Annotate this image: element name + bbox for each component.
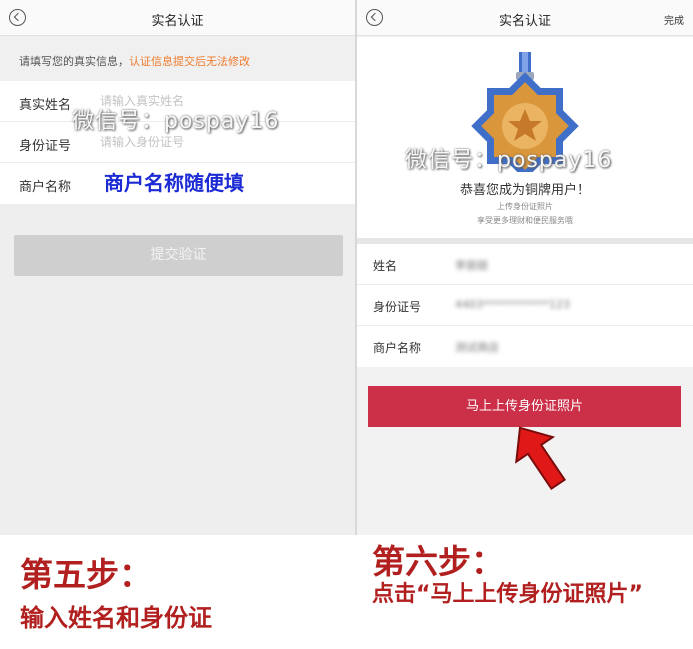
top-bar: 实名认证 完成 xyxy=(357,0,693,36)
merchant-label: 商户名称 xyxy=(373,341,422,355)
page-title: 实名认证 xyxy=(498,14,551,29)
watermark: 微信号：pospay16 xyxy=(405,148,613,173)
merchant-value: 测试商店 xyxy=(455,341,499,354)
step6-title: 第六步： xyxy=(372,542,504,581)
merchant-label: 商户名称 xyxy=(19,180,72,195)
notice-prefix: 请填写您的真实信息， xyxy=(19,55,129,68)
info-row-name: 姓名 李丽丽 xyxy=(357,244,693,285)
step6-screen: 实名认证 完成 恭喜您成为铜牌用户！ 上传身份证照片 享受更多理财和便民服务哦 … xyxy=(357,0,693,535)
name-label: 姓名 xyxy=(373,259,398,273)
watermark: 微信号：pospay16 xyxy=(72,109,280,134)
benefit-hint: 享受更多理财和便民服务哦 xyxy=(477,216,573,225)
id-label: 身份证号 xyxy=(19,139,72,154)
success-banner: 恭喜您成为铜牌用户！ 上传身份证照片 享受更多理财和便民服务哦 xyxy=(357,37,693,238)
user-info: 姓名 李丽丽 身份证号 4403************123 商户名称 测试商… xyxy=(357,244,693,367)
id-label: 身份证号 xyxy=(373,300,422,314)
red-arrow-icon xyxy=(515,426,567,491)
done-button[interactable]: 完成 xyxy=(664,12,684,27)
step5-screen: 实名认证 请填写您的真实信息，认证信息提交后无法修改 真实姓名 身份证号 商户名… xyxy=(0,0,355,535)
name-label: 真实姓名 xyxy=(19,98,72,113)
step6-text: 点击“马上上传身份证照片” xyxy=(372,582,643,607)
congrats-text: 恭喜您成为铜牌用户！ xyxy=(459,183,590,198)
name-value: 李丽丽 xyxy=(455,259,488,272)
id-value: 4403************123 xyxy=(455,298,570,311)
step5-text: 输入姓名和身份证 xyxy=(20,604,212,632)
info-row-merchant: 商户名称 测试商店 xyxy=(357,326,693,367)
upload-hint: 上传身份证照片 xyxy=(497,202,553,211)
top-bar: 实名认证 xyxy=(0,0,355,36)
notice-text: 请填写您的真实信息，认证信息提交后无法修改 xyxy=(0,37,355,81)
page-title: 实名认证 xyxy=(151,14,204,29)
info-row-id: 身份证号 4403************123 xyxy=(357,285,693,326)
step5-title: 第五步： xyxy=(20,555,152,594)
id-number-input[interactable] xyxy=(100,132,330,152)
annotation-note: 商户名称随便填 xyxy=(104,171,244,195)
submit-verify-button[interactable]: 提交验证 xyxy=(14,235,343,276)
notice-warning: 认证信息提交后无法修改 xyxy=(129,55,250,68)
